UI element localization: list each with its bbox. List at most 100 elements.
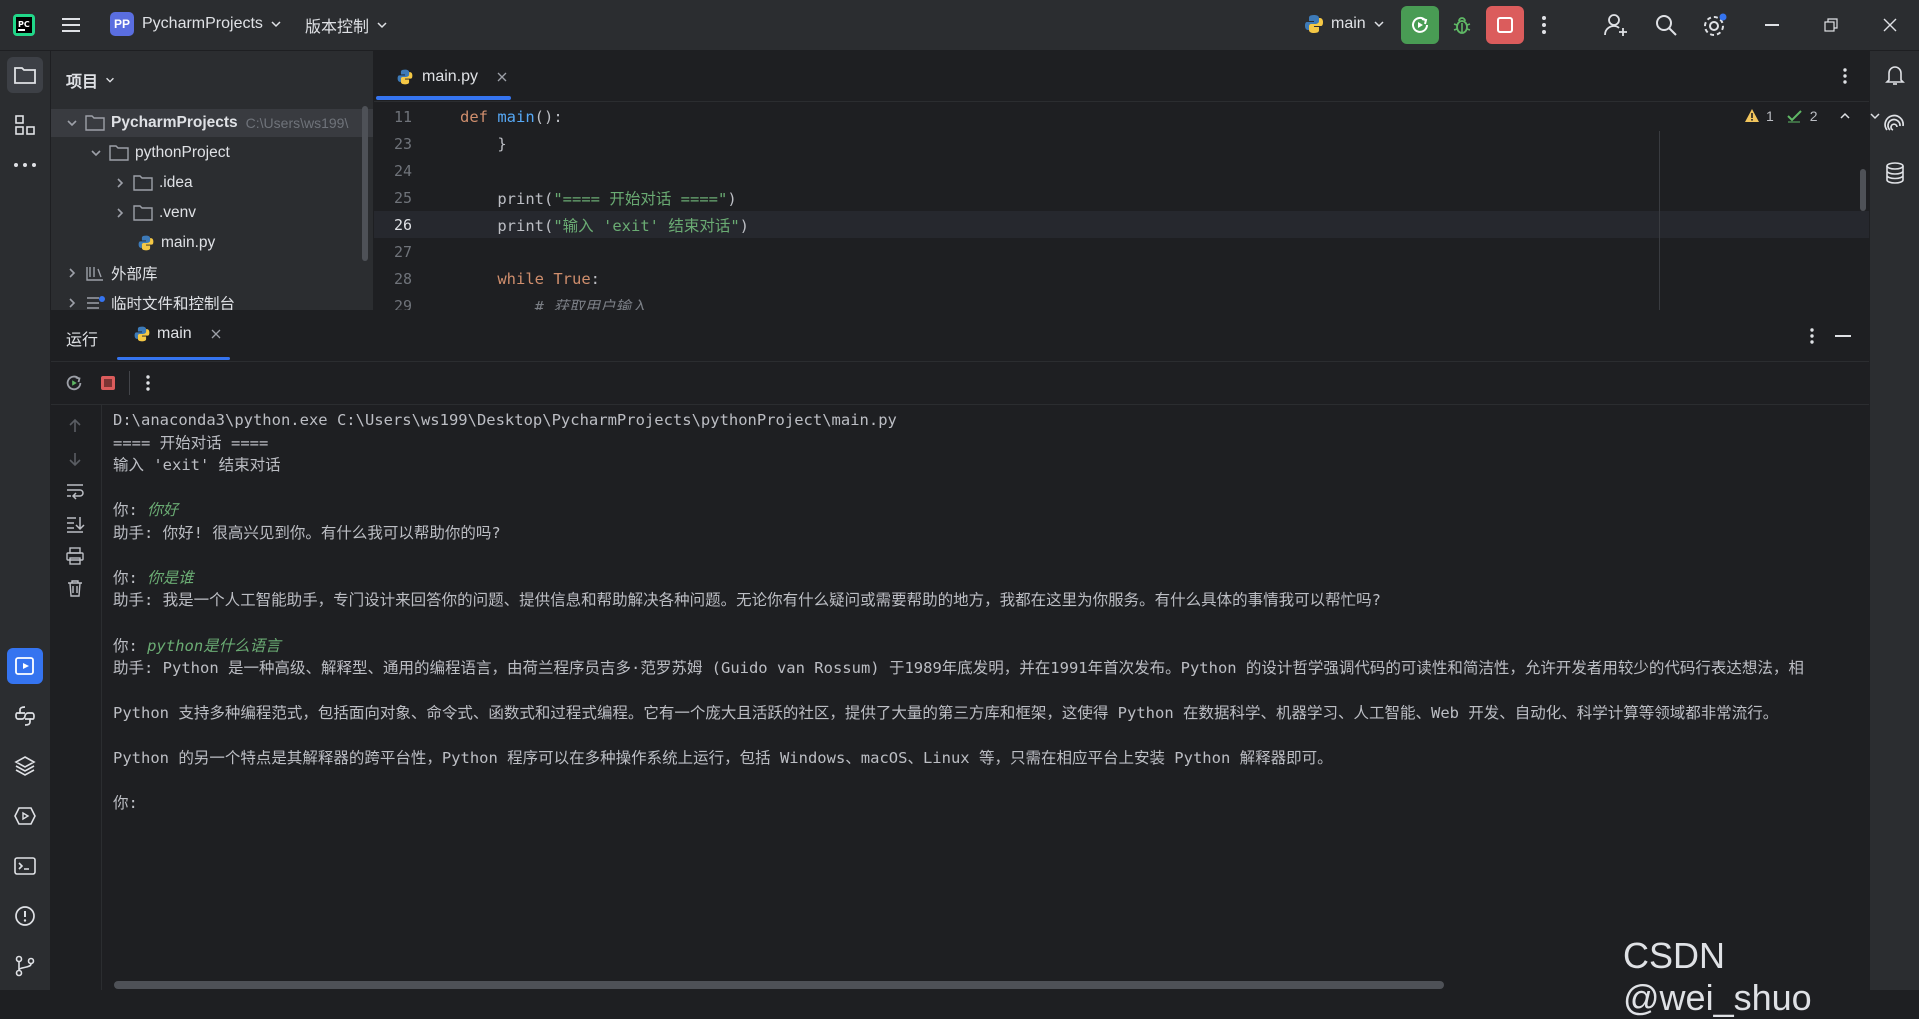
title-bar: PC PP PycharmProjects 版本控制 main [0, 0, 1919, 51]
main-menu-button[interactable] [58, 12, 84, 38]
code-token: : [590, 269, 600, 288]
chevron-right-icon[interactable] [113, 176, 127, 190]
ai-assistant-button[interactable] [1877, 106, 1913, 142]
services-button[interactable] [7, 798, 43, 834]
chevron-down-icon[interactable] [89, 146, 103, 160]
editor-more-icon[interactable] [1841, 67, 1849, 88]
console-text: Python 支持多种编程范式，包括面向对象、命令式、函数式和过程式编程。它有一… [113, 704, 1779, 723]
tree-item-idea[interactable]: .idea [51, 169, 373, 197]
database-button[interactable] [1877, 155, 1913, 191]
project-scrollbar[interactable] [362, 106, 368, 261]
more-actions-icon[interactable] [144, 374, 152, 392]
code-line[interactable]: 11 def main(): [374, 103, 1869, 130]
print-icon[interactable] [65, 547, 85, 565]
minimize-panel-button[interactable] [1835, 335, 1851, 337]
console-horizontal-scrollbar[interactable] [114, 981, 1444, 989]
rerun-button[interactable] [1401, 6, 1439, 44]
stop-icon[interactable] [100, 375, 116, 391]
code-area[interactable]: 11 def main(): 23 } 24 25 print("==== 开始对话 =… [374, 103, 1869, 310]
code-line[interactable]: 24 [374, 157, 1869, 184]
chevron-down-icon [1374, 21, 1384, 28]
inspection-widget[interactable]: 1 2 [1744, 108, 1882, 124]
tree-item-root[interactable]: PycharmProjects C:\Users\ws199\ [51, 109, 373, 137]
more-actions-icon[interactable] [1540, 15, 1548, 38]
vcs-label: 版本控制 [305, 19, 370, 36]
python-packages-button[interactable] [7, 748, 43, 784]
python-icon [1305, 15, 1323, 33]
restore-button[interactable] [1824, 18, 1838, 35]
close-tab-icon[interactable] [496, 71, 508, 83]
project-switcher[interactable]: PP PycharmProjects [110, 12, 283, 36]
console-line: 助手: 我是一个人工智能助手，专门设计来回答你的问题、提供信息和帮助解决各种问题… [113, 587, 1381, 613]
close-tab-icon[interactable] [210, 328, 222, 340]
debug-button[interactable] [1443, 6, 1481, 44]
folder-icon [133, 205, 153, 221]
stop-button[interactable] [1486, 6, 1524, 44]
soft-wrap-icon[interactable] [65, 482, 85, 500]
console-text: 你: [113, 568, 148, 587]
scroll-to-end-icon[interactable] [65, 515, 85, 533]
python-console-button[interactable] [7, 698, 43, 734]
console-text: 你: [113, 794, 148, 813]
code-line[interactable]: 23 } [374, 130, 1869, 157]
python-file-icon [138, 235, 154, 251]
line-number: 11 [393, 107, 412, 126]
search-icon[interactable] [1653, 12, 1679, 41]
run-tool-button[interactable] [7, 648, 43, 684]
chevron-up-icon[interactable] [1838, 109, 1852, 123]
tab-label: main.py [422, 68, 479, 85]
tree-item-main-py[interactable]: main.py [51, 229, 373, 257]
tab-main-py[interactable]: main.py [386, 59, 518, 95]
tree-item-scratches[interactable]: 临时文件和控制台 [51, 289, 373, 310]
scroll-down-icon[interactable] [66, 450, 84, 468]
structure-tool-button[interactable] [7, 107, 43, 143]
code-line[interactable]: 25 print("==== 开始对话 ====") [374, 184, 1869, 211]
chevron-down-icon[interactable] [65, 116, 79, 130]
terminal-button[interactable] [7, 848, 43, 884]
notifications-button[interactable] [1877, 57, 1913, 93]
git-button[interactable] [7, 948, 43, 984]
add-user-icon[interactable] [1603, 12, 1629, 41]
code-line[interactable]: 29 # 获取用户输入 [374, 292, 1869, 311]
tree-item-label: 临时文件和控制台 [111, 296, 236, 310]
run-panel-more-icon[interactable] [1808, 327, 1816, 348]
rerun-icon[interactable] [64, 373, 84, 393]
code-token: main [497, 107, 535, 126]
code-line[interactable]: 27 [374, 238, 1869, 265]
vcs-menu[interactable]: 版本控制 [305, 13, 389, 37]
editor-scrollbar[interactable] [1860, 169, 1866, 211]
restore-icon [1824, 18, 1838, 32]
code-text: # 获取用户输入 [460, 295, 647, 311]
code-line[interactable]: 26 print("输入 'exit' 结束对话") [374, 211, 1869, 238]
user-input-text: 你好 [147, 501, 179, 520]
project-tool-button[interactable] [7, 57, 43, 93]
tree-item-external-libs[interactable]: 外部库 [51, 259, 373, 287]
problems-button[interactable] [7, 898, 43, 934]
run-side-toolbar [51, 405, 102, 990]
close-window-button[interactable] [1882, 17, 1898, 36]
user-input-text: 你是谁 [147, 568, 194, 587]
warning-count: 1 [1766, 108, 1774, 124]
tree-item-venv[interactable]: .venv [51, 199, 373, 227]
code-token: } [460, 134, 507, 153]
tab-run-main[interactable]: main [133, 325, 222, 343]
pycharm-logo-icon[interactable]: PC [12, 13, 36, 37]
tree-item-pythonproject[interactable]: pythonProject [51, 139, 373, 167]
chevron-right-icon[interactable] [65, 296, 79, 310]
chevron-down-icon[interactable] [1868, 109, 1882, 123]
console-line: 助手: Python 是一种高级、解释型、通用的编程语言，由荷兰程序员吉多·范罗… [113, 655, 1804, 681]
run-config-selector[interactable]: main [1303, 13, 1386, 35]
scroll-up-icon[interactable] [66, 417, 84, 435]
trash-icon[interactable] [66, 579, 84, 597]
ai-spiral-icon [1884, 114, 1904, 131]
code-line[interactable]: 28 while True: [374, 265, 1869, 292]
minimize-button[interactable] [1765, 24, 1779, 26]
settings-gear-icon[interactable] [1701, 11, 1729, 42]
user-input-text: python是什么语言 [147, 636, 281, 655]
console-output[interactable]: D:\anaconda3\python.exe C:\Users\ws199\D… [113, 405, 1869, 975]
project-panel-header[interactable]: 项目 [66, 68, 116, 92]
more-tools-button[interactable] [7, 147, 43, 183]
code-text: while True: [460, 270, 600, 288]
chevron-right-icon[interactable] [65, 266, 79, 280]
chevron-right-icon[interactable] [113, 206, 127, 220]
